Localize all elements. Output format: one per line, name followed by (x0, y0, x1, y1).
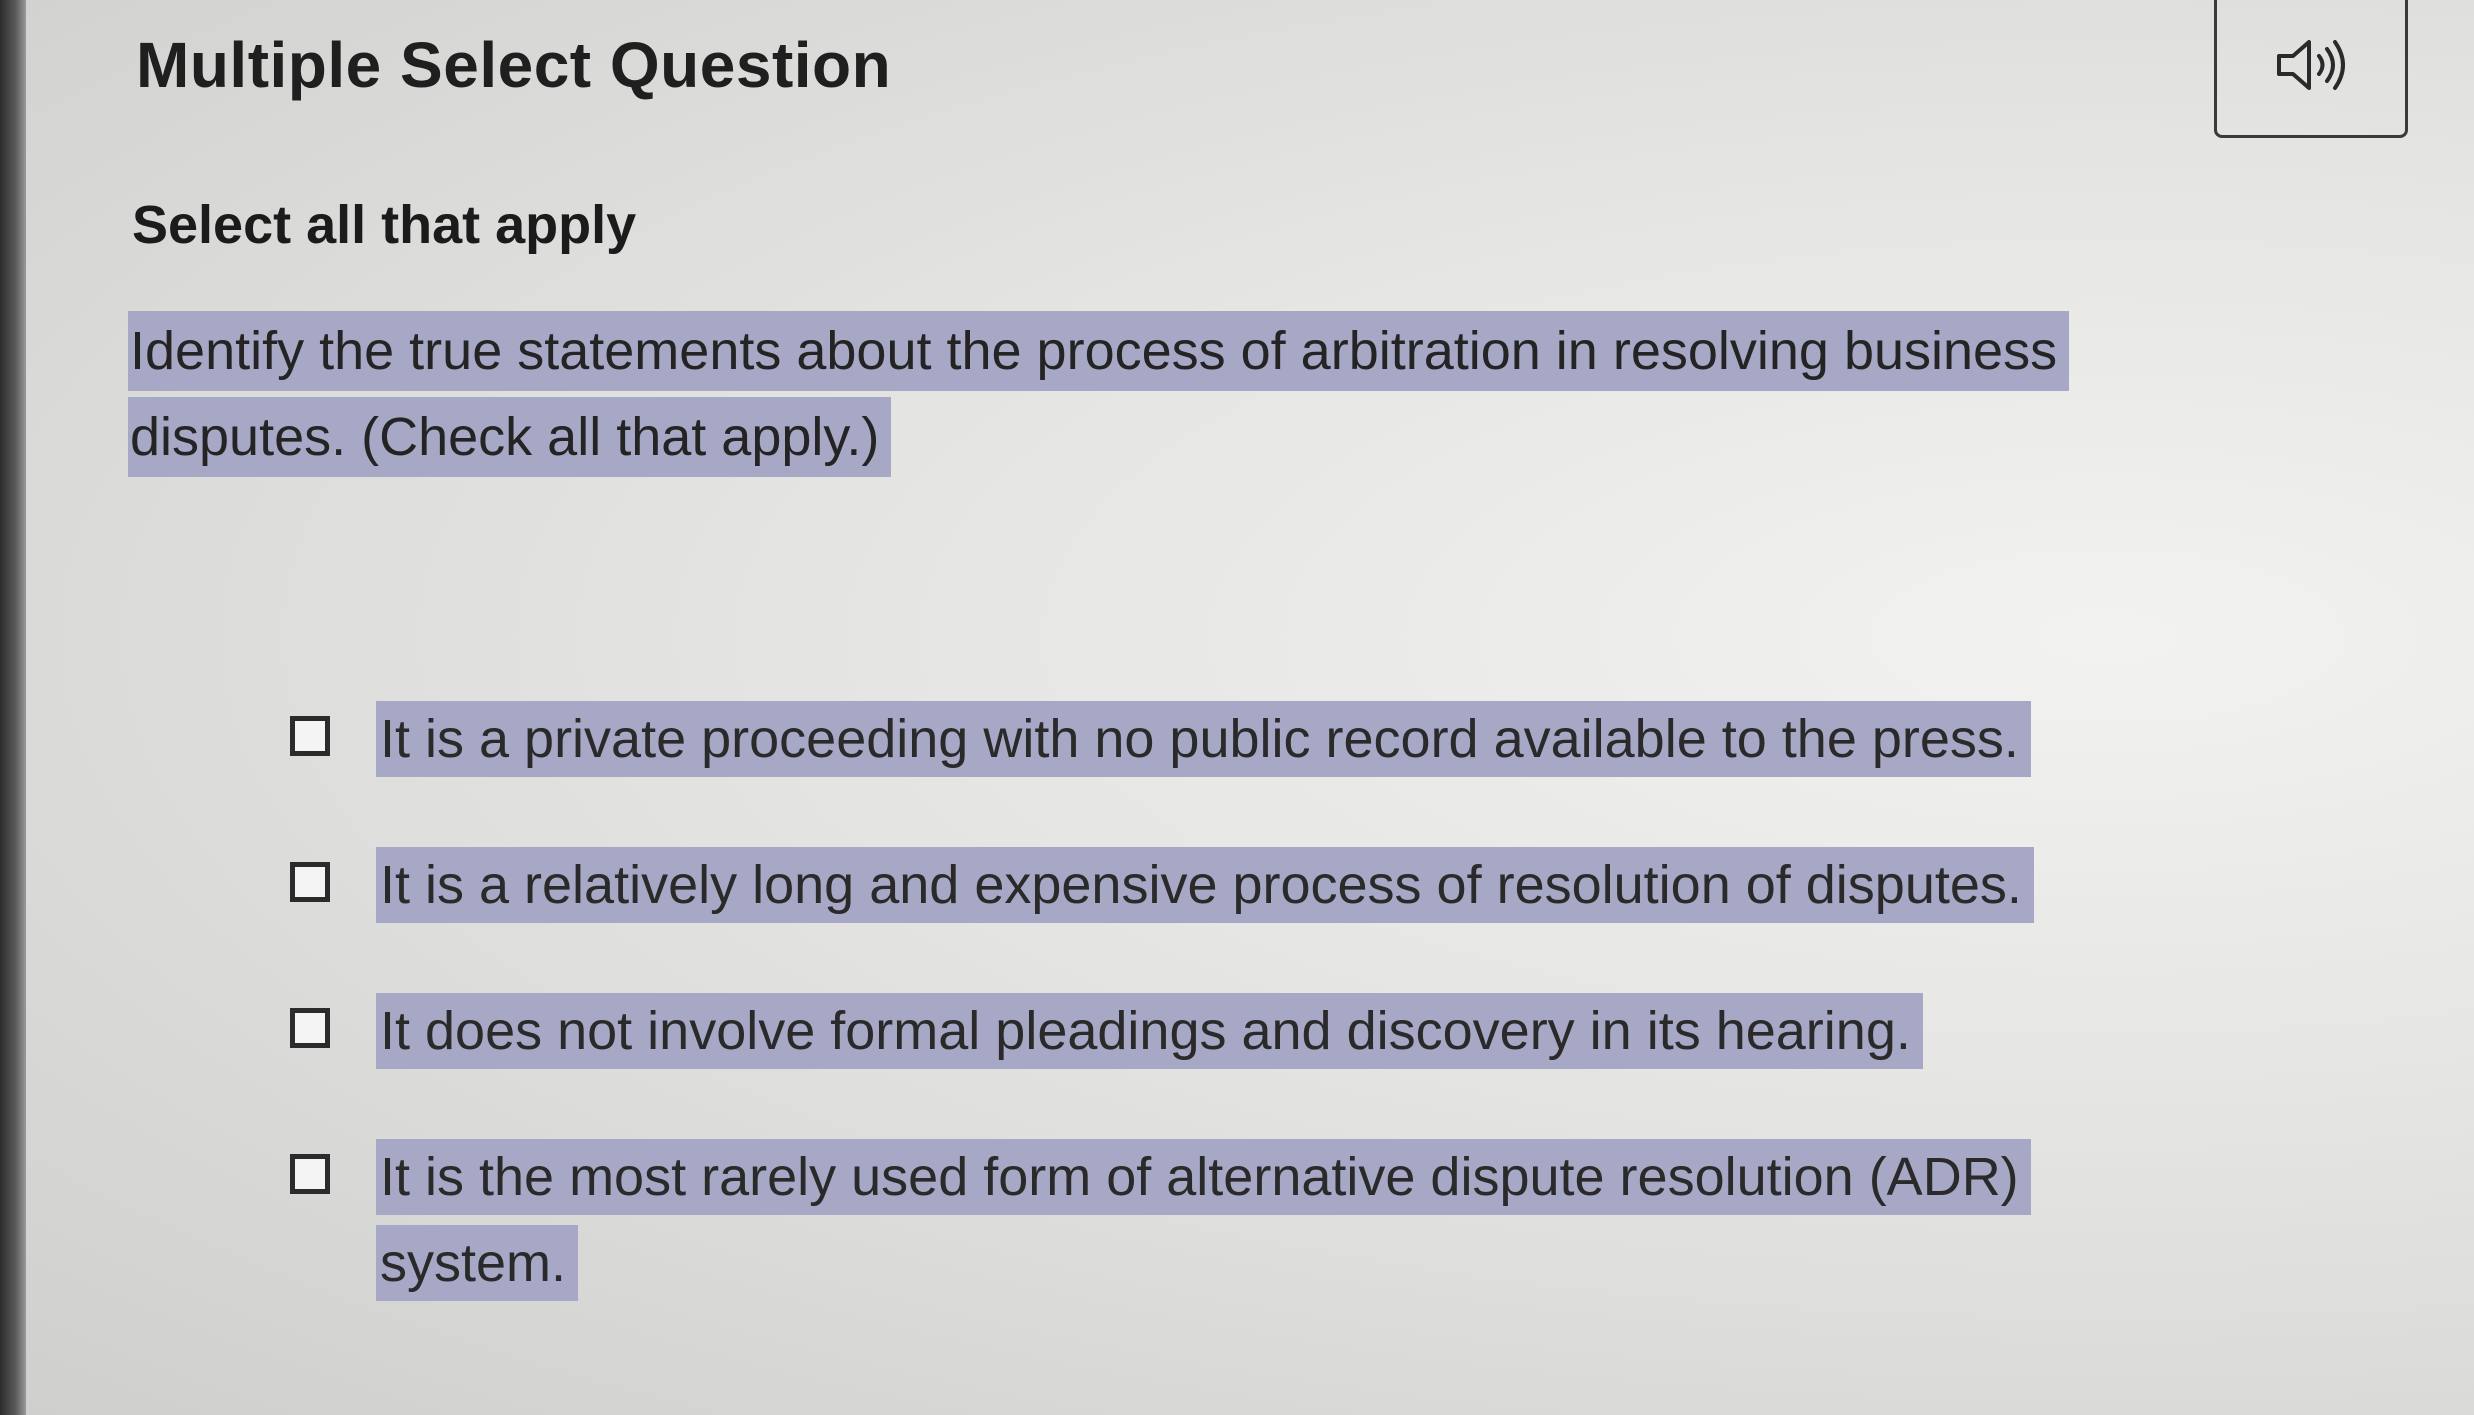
question-type-title: Multiple Select Question (136, 29, 892, 101)
read-aloud-button[interactable] (2214, 0, 2408, 138)
checkbox[interactable] (290, 1008, 330, 1048)
instruction-text: Select all that apply (132, 195, 637, 255)
question-prompt: Identify the true statements about the p… (128, 308, 2228, 480)
checkbox[interactable] (290, 862, 330, 902)
option-label: It is a private proceeding with no publi… (376, 701, 2031, 777)
checkbox[interactable] (290, 716, 330, 756)
device-bezel (0, 0, 26, 1415)
speaker-icon (2277, 40, 2345, 90)
option-label: It is the most rarely used form of alter… (376, 1139, 2031, 1301)
option-3[interactable]: It does not involve formal pleadings and… (284, 988, 2184, 1074)
question-panel: Multiple Select Question Select all that… (26, 0, 2474, 1415)
checkbox[interactable] (290, 1154, 330, 1194)
option-2[interactable]: It is a relatively long and expensive pr… (284, 842, 2184, 928)
option-label: It is a relatively long and expensive pr… (376, 847, 2034, 923)
answer-options: It is a private proceeding with no publi… (284, 696, 2184, 1366)
option-4[interactable]: It is the most rarely used form of alter… (284, 1134, 2184, 1306)
option-1[interactable]: It is a private proceeding with no publi… (284, 696, 2184, 782)
question-text: Identify the true statements about the p… (128, 311, 2070, 477)
option-label: It does not involve formal pleadings and… (376, 993, 1923, 1069)
